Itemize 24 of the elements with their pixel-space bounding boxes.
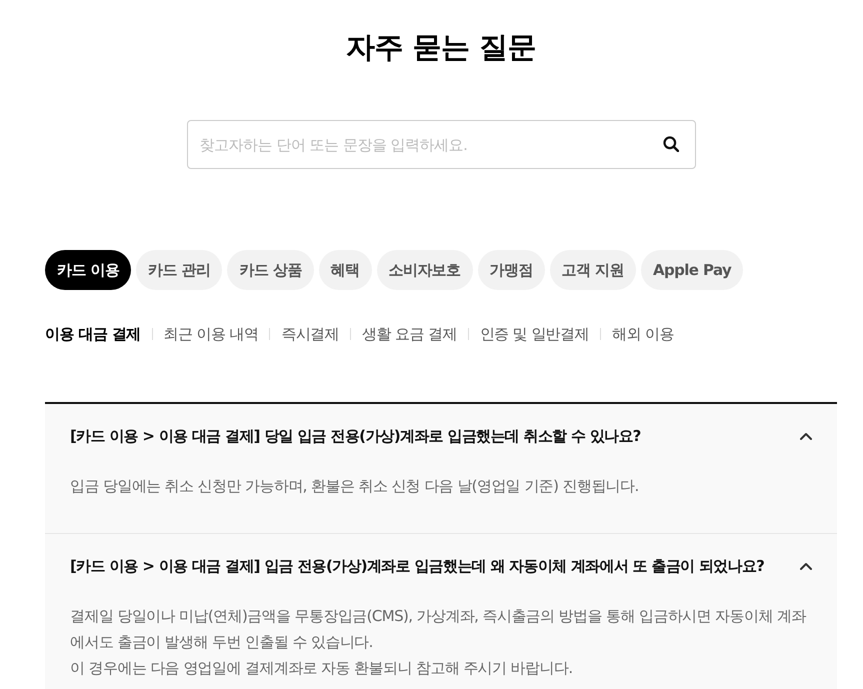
category-tab[interactable]: 소비자보호: [376, 250, 473, 290]
category-tab[interactable]: 카드 이용: [45, 250, 132, 290]
category-tab[interactable]: 카드 관리: [136, 250, 222, 290]
search-icon[interactable]: [662, 136, 678, 152]
category-tab[interactable]: Apple Pay: [640, 250, 744, 290]
subcategory-tab[interactable]: 인증 및 일반결제: [480, 323, 589, 345]
search-field[interactable]: 찾고자하는 단어 또는 문장을 입력하세요.: [186, 120, 696, 169]
chevron-up-icon[interactable]: [800, 432, 812, 440]
faq-answer-text: 입금 당일에는 취소 신청만 가능하며, 환불은 취소 신청 다음 날(영업일 기준) 진행됩니다.: [70, 476, 640, 497]
faq-answer-text: 결제일 당일이나 미납(연체)금액을 무통장입금(CMS), 가상계좌, 즉시출금의 방법을 통해 입금하시면 자동이체 계좌에서도 출금이 발생해 두번 인출될 수 있습니다.: [70, 606, 808, 653]
subcategory-tab[interactable]: 이용 대금 결제: [45, 323, 141, 345]
faq-answer-text: 이 경우에는 다음 영업일에 결제계좌로 자동 환불되니 참고해 주시기 바랍니다.: [70, 658, 574, 679]
category-tab[interactable]: 고객 지원: [550, 250, 636, 290]
chevron-up-icon[interactable]: [800, 562, 812, 570]
subcategory-tab[interactable]: 해외 이용: [612, 323, 674, 345]
subcategory-tab[interactable]: 생활 요금 결제: [362, 323, 457, 345]
category-tab[interactable]: 가맹점: [478, 250, 545, 290]
page-title: 자주 묻는 질문: [344, 29, 538, 66]
subcategory-tab[interactable]: 즉시결제: [281, 323, 340, 345]
faq-question[interactable]: [카드 이용 > 이용 대금 결제] 입금 전용(가상)계좌로 입금했는데 왜 자동이체 계좌에서 또 출금이 되었나요?: [45, 534, 837, 577]
subcategory-tab[interactable]: 최근 이용 내역: [164, 323, 258, 345]
category-tab[interactable]: 혜택: [318, 250, 372, 290]
category-tab[interactable]: 카드 상품: [227, 250, 314, 290]
faq-question[interactable]: [카드 이용 > 이용 대금 결제] 당일 입금 전용(가상)계좌로 입금했는데 취소할 수 있나요?: [45, 404, 837, 447]
